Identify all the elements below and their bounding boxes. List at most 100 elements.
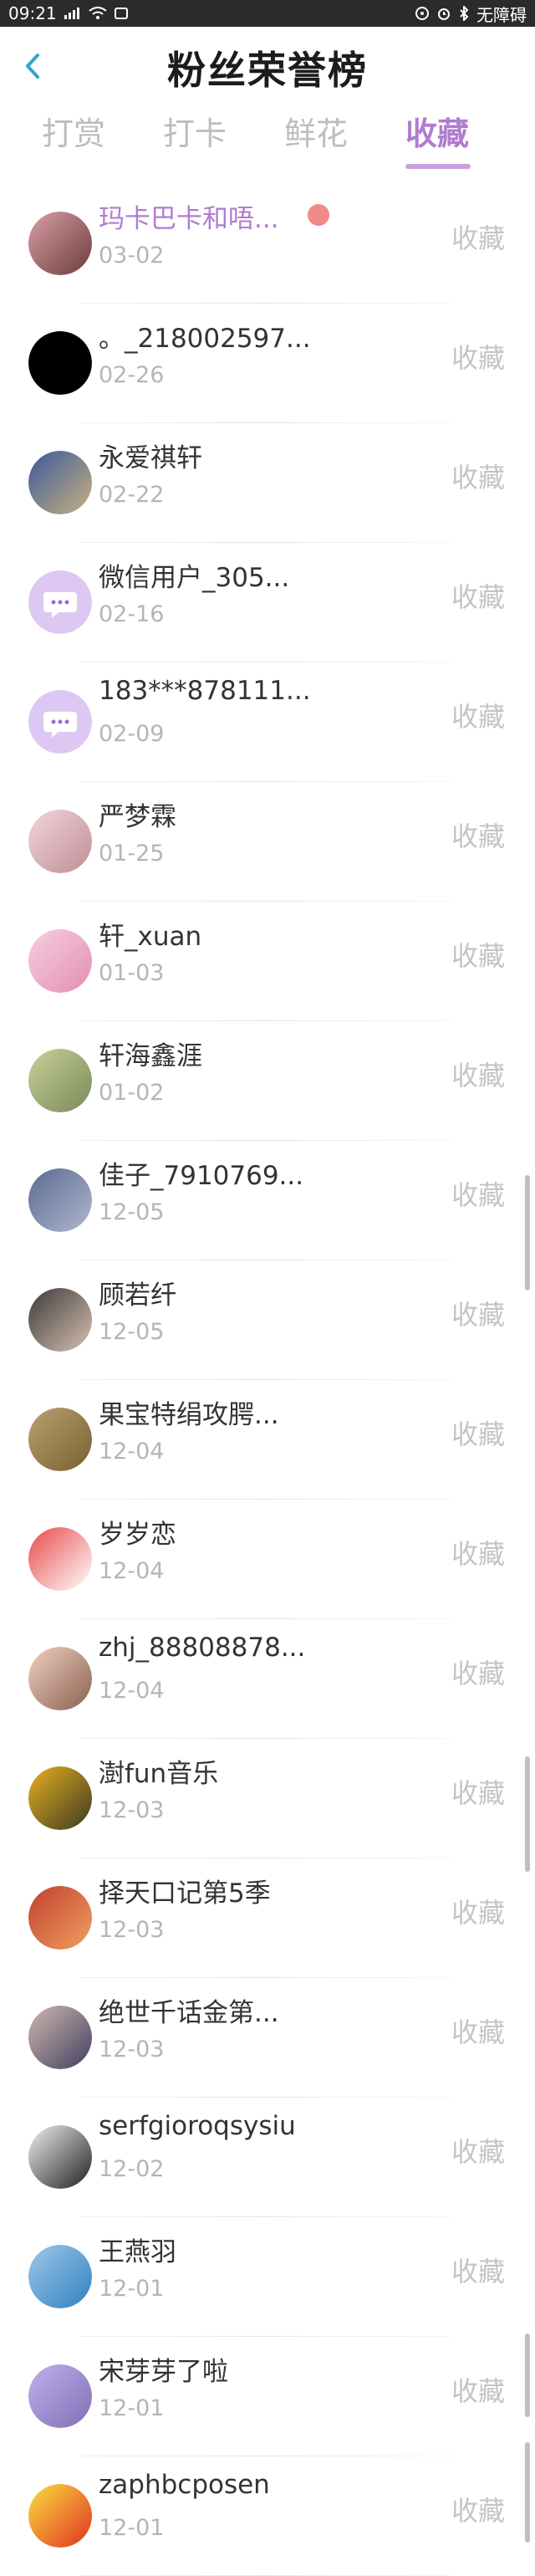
user-name: 绝世千话金第...: [99, 1998, 279, 2028]
tab-bar: 打赏 打卡 鲜花 收藏: [0, 109, 535, 184]
avatar[interactable]: [28, 1527, 92, 1591]
scrollbar[interactable]: [525, 1756, 530, 1872]
fan-list-item[interactable]: 。_218002597... 02-26 收藏: [0, 304, 535, 423]
signal-icon: [64, 7, 82, 20]
scrollbar[interactable]: [525, 1175, 530, 1291]
fan-list-item[interactable]: 永爱祺轩 02-22 收藏: [0, 423, 535, 543]
user-name: 微信用户_305...: [99, 563, 290, 593]
fan-list-item[interactable]: 轩海鑫涯 01-02 收藏: [0, 1021, 535, 1141]
scrollbar[interactable]: [525, 2333, 530, 2417]
tab-label: 打卡: [163, 115, 227, 152]
fan-list-item[interactable]: zaphbcposen 12-01 收藏: [0, 2456, 535, 2576]
favorite-date: 02-26: [99, 362, 165, 388]
favorite-date: 12-04: [99, 1439, 165, 1464]
favorite-date: 12-02: [99, 2156, 165, 2182]
accessibility-text: 无障碍: [476, 4, 527, 25]
avatar[interactable]: [28, 2006, 92, 2069]
tab-favorites[interactable]: 收藏: [405, 109, 527, 184]
avatar[interactable]: [28, 2245, 92, 2308]
tab-reward[interactable]: 打赏: [42, 109, 163, 184]
avatar[interactable]: [28, 1288, 92, 1352]
fan-list-item[interactable]: 果宝特绢攻腭... 12-04 收藏: [0, 1380, 535, 1500]
clock: 09:21: [8, 3, 57, 23]
avatar[interactable]: [28, 2484, 92, 2548]
favorite-label: 收藏: [451, 581, 505, 613]
user-name: 严梦霖: [99, 802, 176, 832]
favorite-label: 收藏: [451, 1418, 505, 1450]
fan-list-item[interactable]: serfgioroqsysiu 12-02 收藏: [0, 2098, 535, 2217]
user-name: 永爱祺轩: [99, 443, 202, 473]
bluetooth-icon: [458, 6, 470, 21]
favorite-label: 收藏: [451, 1060, 505, 1091]
favorite-date: 03-02: [99, 243, 165, 268]
user-name: 顾若纤: [99, 1280, 176, 1311]
fan-list-item[interactable]: 183***878111... 02-09 收藏: [0, 662, 535, 782]
fan-list-item[interactable]: 绝世千话金第... 12-03 收藏: [0, 1978, 535, 2098]
alarm-icon: [436, 6, 451, 21]
page-title: 粉丝荣誉榜: [167, 48, 368, 93]
wifi-icon: [89, 7, 107, 20]
avatar[interactable]: [28, 1408, 92, 1471]
user-name: 岁岁恋: [99, 1520, 176, 1550]
user-name: 澍fun音乐: [99, 1759, 219, 1789]
avatar[interactable]: [28, 570, 92, 634]
favorite-date: 12-05: [99, 1319, 165, 1345]
user-name: zhj_88808878...: [99, 1633, 306, 1663]
fan-list-item[interactable]: 微信用户_305... 02-16 收藏: [0, 543, 535, 662]
favorite-label: 收藏: [451, 2375, 505, 2407]
fan-list-item[interactable]: 玛卡巴卡和唔... 03-02 收藏: [0, 184, 535, 304]
tab-label: 鲜花: [284, 115, 349, 152]
user-name: serfgioroqsysiu: [99, 2111, 296, 2141]
avatar[interactable]: [28, 212, 92, 275]
favorite-date: 12-01: [99, 2515, 165, 2541]
favorite-label: 收藏: [451, 222, 505, 254]
favorite-label: 收藏: [451, 2136, 505, 2168]
avatar[interactable]: [28, 810, 92, 873]
fan-list-item[interactable]: 佳子_7910769... 12-05 收藏: [0, 1141, 535, 1260]
avatar[interactable]: [28, 1647, 92, 1710]
favorite-label: 收藏: [451, 1658, 505, 1689]
favorite-date: 12-04: [99, 1558, 165, 1584]
tab-checkin[interactable]: 打卡: [163, 109, 284, 184]
fan-list-item[interactable]: 岁岁恋 12-04 收藏: [0, 1500, 535, 1619]
avatar[interactable]: [28, 451, 92, 514]
user-name: 宋芽芽了啦: [99, 2357, 228, 2387]
favorite-date: 12-05: [99, 1199, 165, 1225]
favorite-label: 收藏: [451, 342, 505, 374]
fan-list-item[interactable]: 王燕羽 12-01 收藏: [0, 2217, 535, 2337]
fan-list-item[interactable]: 轩_xuan 01-03 收藏: [0, 902, 535, 1021]
favorite-label: 收藏: [451, 462, 505, 493]
scrollbar[interactable]: [525, 2442, 530, 2543]
favorite-label: 收藏: [451, 2256, 505, 2287]
favorite-date: 12-03: [99, 1917, 165, 1943]
avatar[interactable]: [28, 929, 92, 993]
chevron-left-icon: [23, 53, 43, 83]
user-name: 轩海鑫涯: [99, 1041, 202, 1071]
user-name: 玛卡巴卡和唔...: [99, 204, 279, 234]
avatar[interactable]: [28, 331, 92, 395]
avatar[interactable]: [28, 1886, 92, 1950]
fan-list-item[interactable]: 择天口记第5季 12-03 收藏: [0, 1858, 535, 1978]
avatar[interactable]: [28, 690, 92, 754]
fan-list-item[interactable]: zhj_88808878... 12-04 收藏: [0, 1619, 535, 1739]
fan-list-item[interactable]: 宋芽芽了啦 12-01 收藏: [0, 2337, 535, 2456]
avatar[interactable]: [28, 1049, 92, 1112]
favorite-label: 收藏: [451, 1299, 505, 1331]
fan-list-item[interactable]: 顾若纤 12-05 收藏: [0, 1260, 535, 1380]
avatar[interactable]: [28, 2364, 92, 2428]
favorite-date: 12-04: [99, 1678, 165, 1704]
tab-label: 打赏: [42, 115, 106, 152]
user-name: 183***878111...: [99, 676, 311, 706]
avatar[interactable]: [28, 2125, 92, 2189]
favorite-label: 收藏: [451, 820, 505, 852]
avatar[interactable]: [28, 1766, 92, 1830]
user-name: 轩_xuan: [99, 922, 202, 952]
tab-flowers[interactable]: 鲜花: [284, 109, 405, 184]
favorite-label: 收藏: [451, 1897, 505, 1929]
avatar[interactable]: [28, 1168, 92, 1232]
favorite-label: 收藏: [451, 2016, 505, 2048]
back-button[interactable]: [13, 49, 52, 87]
user-name: 。_218002597...: [99, 324, 311, 354]
fan-list-item[interactable]: 澍fun音乐 12-03 收藏: [0, 1739, 535, 1858]
fan-list-item[interactable]: 严梦霖 01-25 收藏: [0, 782, 535, 902]
